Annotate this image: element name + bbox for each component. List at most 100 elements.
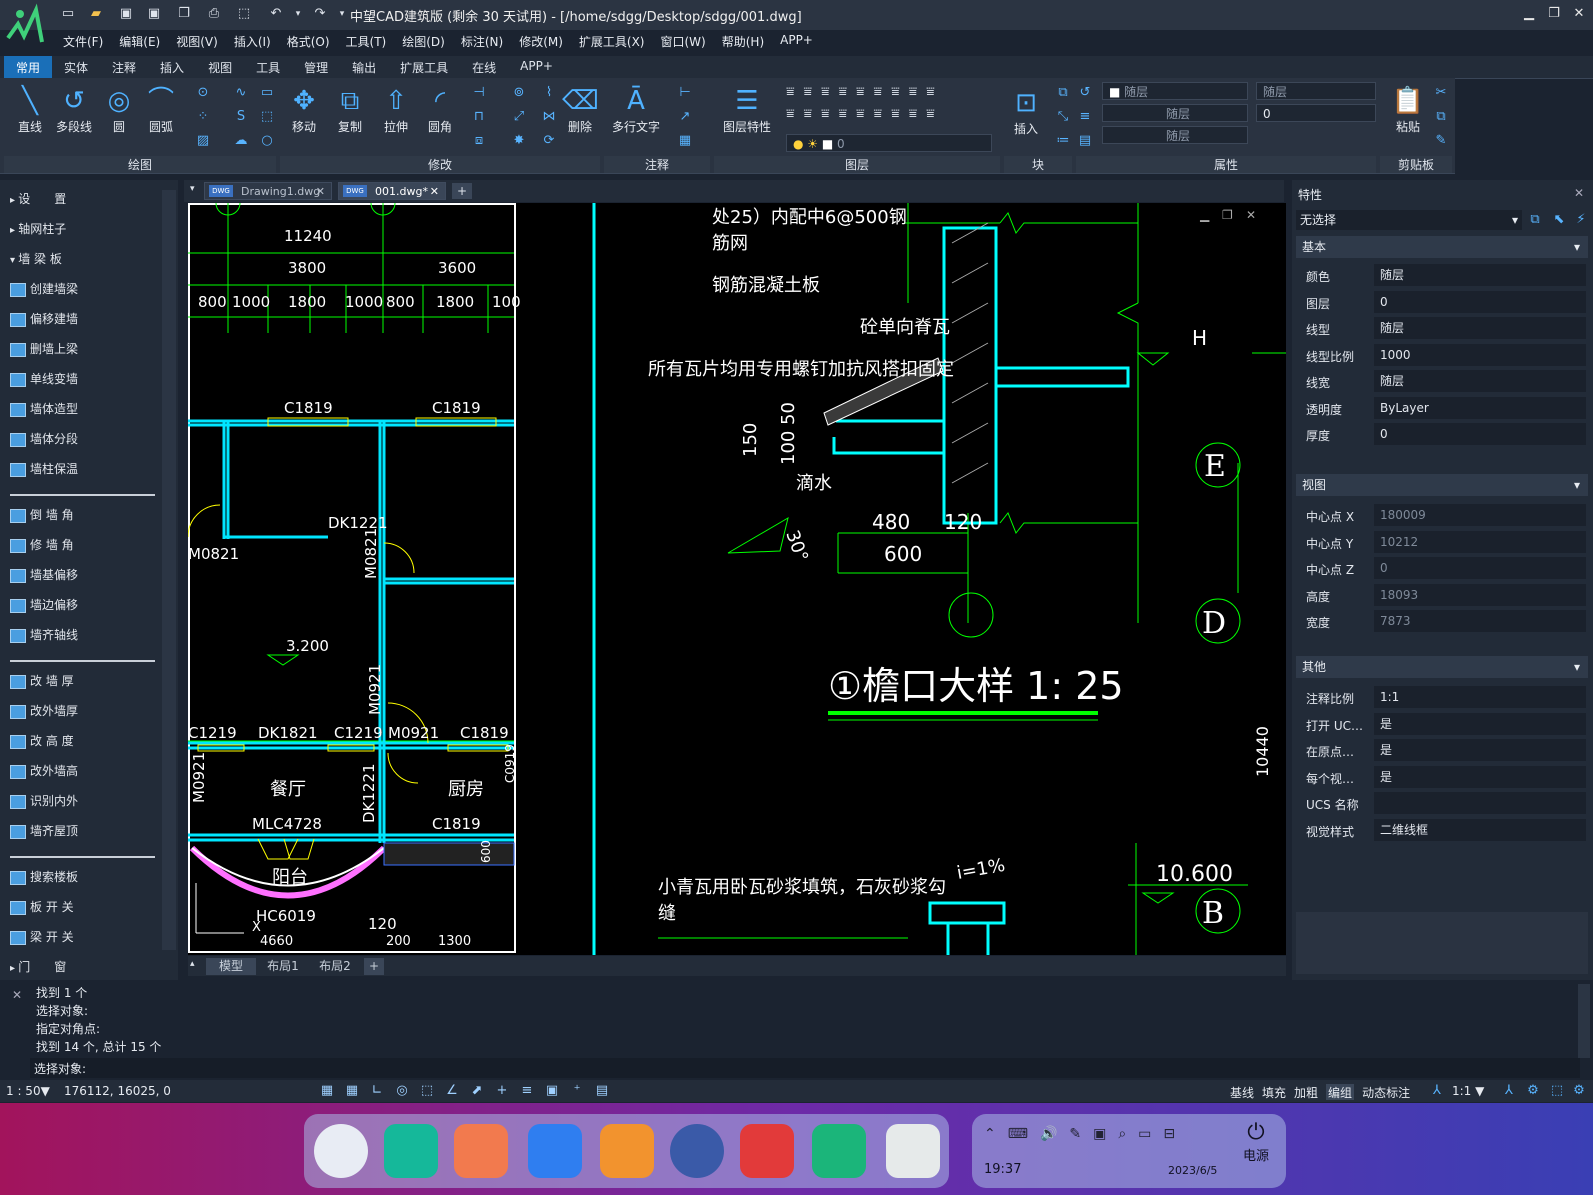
break-icon[interactable]: ⌇ xyxy=(540,84,558,102)
lineweight-dropdown[interactable]: 随层 xyxy=(1102,126,1248,144)
polar-icon[interactable]: ◎ xyxy=(393,1083,411,1099)
match-brush-icon[interactable]: ✎ xyxy=(1432,132,1450,150)
property-value[interactable]: 二维线框 xyxy=(1374,818,1586,841)
property-value[interactable]: 180009 xyxy=(1374,504,1586,526)
property-value[interactable]: 1000 xyxy=(1374,343,1586,366)
menu-item[interactable]: 编辑(E) xyxy=(111,30,168,54)
list-icon[interactable]: ▤ xyxy=(1076,132,1094,150)
status-toggle[interactable]: 动态标注 xyxy=(1362,1084,1410,1100)
copy-clip-icon[interactable]: ⧉ xyxy=(1432,108,1450,126)
property-value[interactable]: 是 xyxy=(1374,765,1586,788)
pickadd-icon[interactable]: ⚡ xyxy=(1572,211,1590,229)
menu-item[interactable]: 扩展工具(X) xyxy=(571,30,653,54)
new-tab-icon[interactable]: + xyxy=(452,183,472,199)
ribbon-tab[interactable]: 在线 xyxy=(460,56,508,78)
ribbon-tab[interactable]: 输出 xyxy=(340,56,388,78)
command-input[interactable]: 选择对象: xyxy=(30,1058,1580,1078)
palette-tool[interactable]: 删墙上梁 xyxy=(10,340,78,357)
layer-tool-icons-row1[interactable]: ⩸⩸⩸⩸⩸⩸⩸⩸⩸ xyxy=(786,84,944,100)
viewport-close-icon[interactable]: ✕ xyxy=(1246,208,1256,222)
leader-icon[interactable]: ↗ xyxy=(676,108,694,126)
doc-list-dropdown-icon[interactable]: ▾ xyxy=(190,184,195,194)
menu-item[interactable]: 标注(N) xyxy=(453,30,511,54)
property-value[interactable]: ByLayer xyxy=(1374,396,1586,419)
palette-tool[interactable]: 创建墙梁 xyxy=(10,280,78,297)
scale-icon[interactable]: ⤢ xyxy=(510,108,528,126)
app-store-icon[interactable] xyxy=(454,1124,508,1178)
save-as-icon[interactable]: ▣ xyxy=(146,6,162,22)
quick-select-icon[interactable]: ⧉ xyxy=(1526,211,1544,229)
property-value[interactable]: 随层 xyxy=(1374,370,1586,392)
doc-tab-drawing1[interactable]: DWG Drawing1.dwg ✕ xyxy=(204,182,332,200)
status-toggle[interactable]: 基线 xyxy=(1230,1084,1254,1100)
mtext-tool-button[interactable]: Ā 多行文字 xyxy=(608,84,664,135)
publish-icon[interactable]: ❐ xyxy=(176,6,192,22)
palette-category[interactable]: ▾ 墙 梁 板 xyxy=(10,250,62,267)
copy-tool-button[interactable]: ⧉ 复制 xyxy=(332,84,368,135)
status-toggle[interactable]: 填充 xyxy=(1262,1084,1286,1100)
properties-close-icon[interactable]: ✕ xyxy=(1574,186,1584,200)
layout-scroll-icon[interactable]: ▴ xyxy=(190,959,195,969)
line-tool-button[interactable]: ╲ 直线 xyxy=(12,84,48,135)
ribbon-tab[interactable]: 工具 xyxy=(244,56,292,78)
model-space-icon[interactable]: ▣ xyxy=(543,1083,561,1099)
palette-tool[interactable]: 改 高 度 xyxy=(10,732,74,749)
status-scale[interactable]: 1 : 50▼ xyxy=(6,1084,50,1098)
lineweight-icon[interactable]: ≡ xyxy=(518,1083,536,1099)
cut-icon[interactable]: ✂ xyxy=(1432,84,1450,102)
menu-item[interactable]: 修改(M) xyxy=(511,30,571,54)
undo-dropdown-icon[interactable]: ▾ xyxy=(290,6,306,22)
otrack-icon[interactable]: ∠ xyxy=(443,1083,461,1099)
palette-tool[interactable]: 改 墙 厚 xyxy=(10,672,74,689)
menu-item[interactable]: 插入(I) xyxy=(226,30,279,54)
paste-button[interactable]: 📋 粘贴 xyxy=(1390,84,1426,135)
palette-tool[interactable]: 搜索楼板 xyxy=(10,868,78,885)
boundary-icon[interactable]: ⬚ xyxy=(258,108,276,126)
minimize-icon[interactable]: ▁ xyxy=(1520,6,1538,21)
annotation-visibility-icon[interactable]: ⅄ xyxy=(1428,1082,1446,1100)
save-icon[interactable]: ▣ xyxy=(118,6,134,22)
join-icon[interactable]: ⋈ xyxy=(540,108,558,126)
open-folder-icon[interactable]: ▰ xyxy=(88,6,104,22)
circle-tool-button[interactable]: ◎ 圆 xyxy=(102,84,136,135)
menu-item[interactable]: 工具(T) xyxy=(338,30,395,54)
preview-icon[interactable]: ⬚ xyxy=(236,6,252,22)
workspace-icon[interactable]: ⚙ xyxy=(1524,1082,1542,1100)
property-value[interactable]: 18093 xyxy=(1374,583,1586,606)
property-value[interactable]: 随层 xyxy=(1374,317,1586,339)
property-value[interactable]: 1:1 xyxy=(1374,686,1586,708)
menu-item[interactable]: 文件(F) xyxy=(55,30,111,54)
palette-tool[interactable]: 墙柱保温 xyxy=(10,460,78,477)
clock-date[interactable]: 2023/6/5 xyxy=(1168,1164,1217,1177)
palette-tool[interactable]: 墙基偏移 xyxy=(10,566,78,583)
ducs-icon[interactable]: ⬈ xyxy=(468,1083,486,1099)
polyline-tool-button[interactable]: ↺ 多段线 xyxy=(52,84,96,135)
redo-icon[interactable]: ↷ xyxy=(312,6,328,22)
palette-tool[interactable]: 修 墙 角 xyxy=(10,536,74,553)
property-value[interactable]: 随层 xyxy=(1374,264,1586,286)
palette-tool[interactable]: 识别内外 xyxy=(10,792,78,809)
rectangle-icon[interactable]: ▭ xyxy=(258,84,276,102)
stretch-tool-button[interactable]: ⇧ 拉伸 xyxy=(378,84,414,135)
auto-scale-icon[interactable]: ⅄ xyxy=(1500,1082,1518,1100)
menu-item[interactable]: APP+ xyxy=(772,30,821,54)
trim-icon[interactable]: ⊣ xyxy=(470,84,488,102)
print-icon[interactable]: ⎙ xyxy=(206,6,222,22)
add-layout-icon[interactable]: + xyxy=(364,958,384,975)
zwcad-app-icon[interactable] xyxy=(812,1124,866,1178)
ribbon-tab[interactable]: 注释 xyxy=(100,56,148,78)
command-scrollbar[interactable] xyxy=(1578,984,1590,1058)
layout-tab-model[interactable]: 模型 xyxy=(206,958,256,975)
viewport-minimize-icon[interactable]: ▁ xyxy=(1199,208,1210,222)
property-value[interactable] xyxy=(1374,792,1586,814)
attribute-icon[interactable]: ≔ xyxy=(1054,132,1072,150)
offset-icon[interactable]: ⊚ xyxy=(510,84,528,102)
palette-tool[interactable]: 墙体分段 xyxy=(10,430,78,447)
power-button[interactable]: ⏻ 电源 xyxy=(1232,1120,1280,1184)
palette-tool[interactable]: 梁 开 关 xyxy=(10,928,74,945)
property-value[interactable]: 0 xyxy=(1374,290,1586,313)
hatch-icon[interactable]: ▨ xyxy=(194,132,212,150)
palette-category[interactable]: ▸ 设 置 xyxy=(10,190,66,207)
undo-icon[interactable]: ↶ xyxy=(268,6,284,22)
layer-dropdown[interactable]: ● ☀ ■ 0 xyxy=(786,134,992,152)
